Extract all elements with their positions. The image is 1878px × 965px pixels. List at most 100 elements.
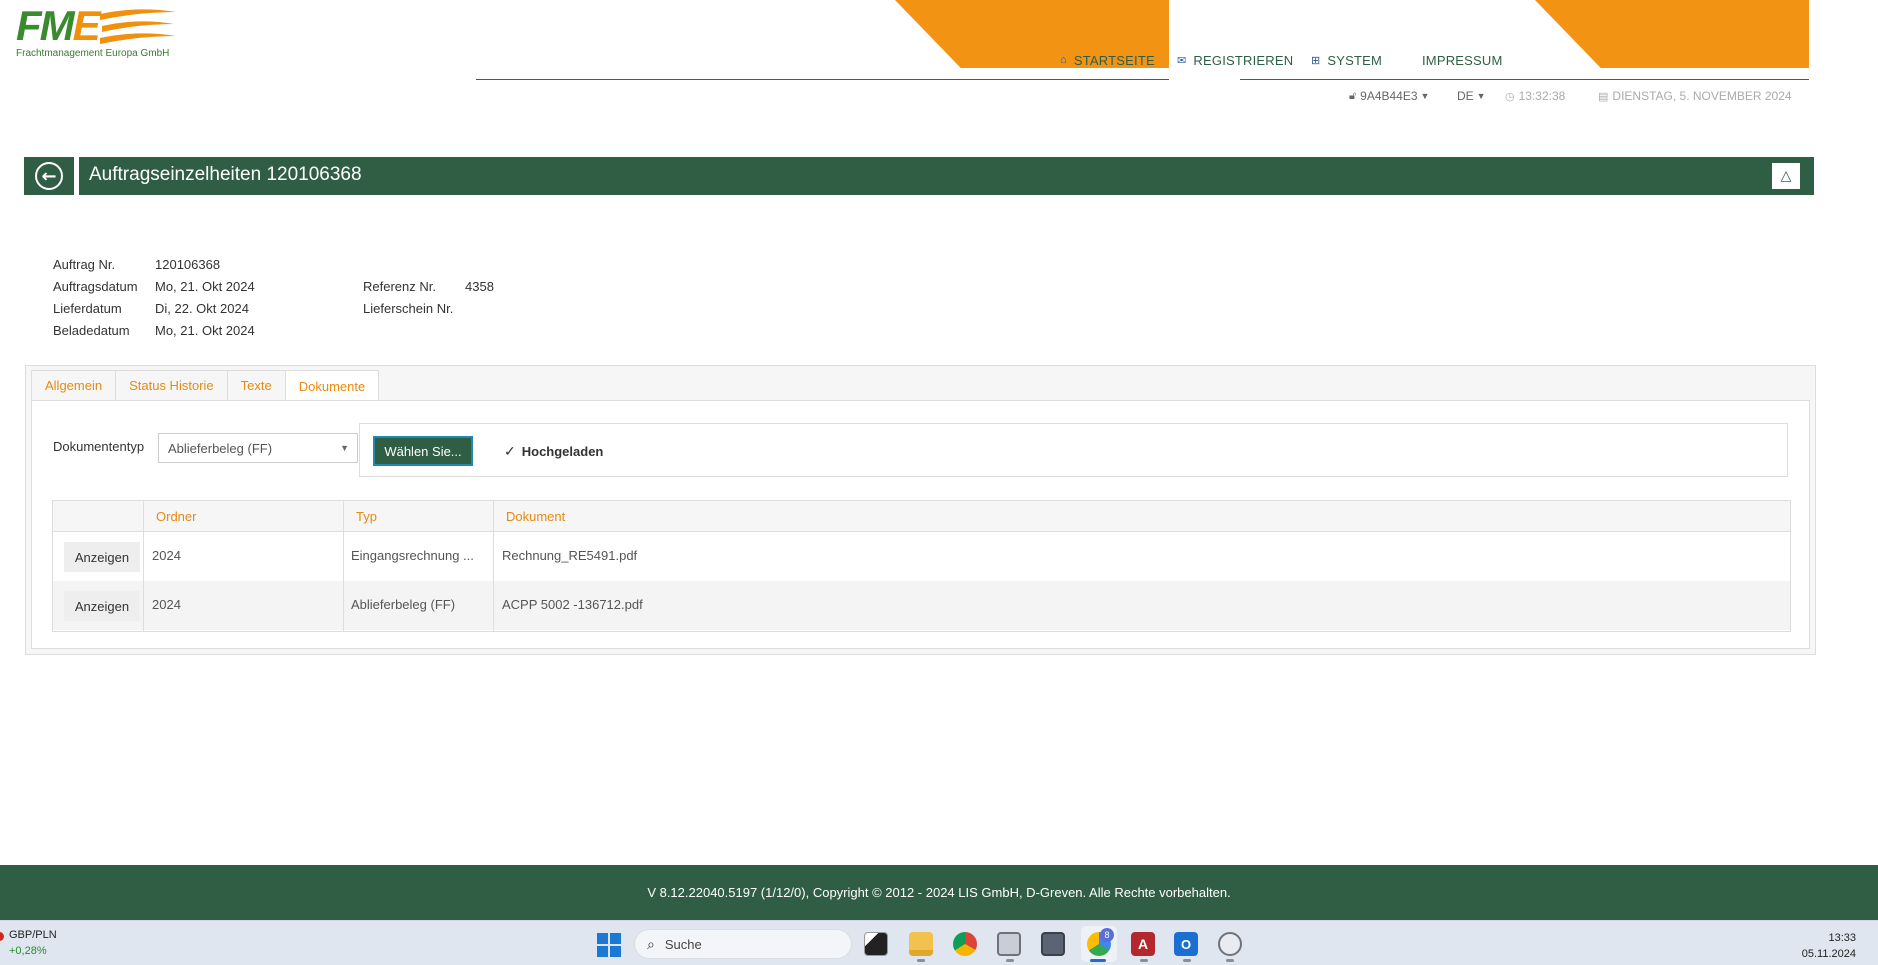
- nav-item-label: STARTSEITE: [1073, 52, 1155, 68]
- taskbar-search[interactable]: ⌕ Suche: [634, 929, 852, 959]
- nav-divider: [476, 79, 1169, 80]
- search-placeholder: Suche: [664, 936, 702, 952]
- table-header: Ordner Typ Dokument: [53, 501, 1790, 532]
- nav-item-system[interactable]: ⊞ SYSTEM: [1311, 51, 1382, 69]
- app-page: FME Frachtmanagement Europa GmbH ⌂ START…: [0, 0, 1878, 965]
- table-row: Anzeigen 2024 Ablieferbeleg (FF) ACPP 50…: [53, 581, 1790, 630]
- column-header-ordner[interactable]: Ordner: [156, 509, 196, 524]
- tab-status-historie[interactable]: Status Historie: [115, 370, 228, 400]
- logo-stripes-icon: [100, 9, 176, 44]
- nav-item-registrieren[interactable]: ✉ REGISTRIEREN: [1177, 51, 1293, 69]
- windows-taskbar: GBP/PLN +0,28% ⌕ Suche 8 A O 13:33 05.11…: [0, 920, 1878, 965]
- show-document-button[interactable]: Anzeigen: [64, 542, 140, 572]
- document-type-select[interactable]: Ablieferbeleg (FF) ▼: [158, 433, 358, 463]
- running-indicator: [1140, 959, 1148, 962]
- chevron-down-icon: ▼: [340, 443, 349, 453]
- nav-item-startseite[interactable]: ⌂ STARTSEITE: [1060, 51, 1155, 69]
- date-value: DIENSTAG, 5. NOVEMBER 2024: [1612, 89, 1792, 103]
- tabs-panel: Allgemein Status Historie Texte Dokument…: [25, 365, 1816, 655]
- detail-label: Lieferdatum: [53, 301, 122, 316]
- language-select[interactable]: DE ▼: [1457, 89, 1486, 103]
- ticker-change: +0,28%: [9, 945, 47, 957]
- column-header-typ[interactable]: Typ: [356, 509, 377, 524]
- user-id: 9A4B44E3: [1360, 89, 1418, 103]
- search-icon: ⌕: [647, 935, 655, 952]
- envelope-icon: ✉: [1177, 54, 1187, 67]
- detail-value: Mo, 21. Okt 2024: [155, 279, 255, 294]
- detail-row: Auftrag Nr.: [53, 257, 115, 272]
- language-value: DE: [1457, 89, 1474, 103]
- running-indicator: [1226, 959, 1234, 962]
- documents-tab-content: Dokumententyp Ablieferbeleg (FF) ▼ Wähle…: [31, 400, 1810, 649]
- detail-value: 120106368: [155, 257, 221, 272]
- back-button[interactable]: ←: [24, 157, 74, 195]
- clock-icon: ◷: [1505, 90, 1515, 103]
- cell-ordner: 2024: [152, 548, 181, 563]
- detail-value: Mo, 21. Okt 2024: [155, 323, 255, 338]
- gauge-icon[interactable]: [1218, 932, 1242, 956]
- time-value: 13:32:38: [1518, 89, 1566, 103]
- cell-dokument: ACPP 5002 -136712.pdf: [502, 597, 643, 612]
- tab-bar: Allgemein Status Historie Texte Dokument…: [31, 370, 380, 401]
- detail-label: Auftragsdatum: [53, 279, 138, 294]
- lock-icon: 🔓︎: [1349, 89, 1357, 102]
- current-date: ▤ DIENSTAG, 5. NOVEMBER 2024: [1598, 89, 1792, 103]
- document-type-value: Ablieferbeleg (FF): [168, 441, 273, 456]
- cell-ordner: 2024: [152, 597, 181, 612]
- ticker-indicator-icon: [0, 932, 4, 941]
- current-time: ◷ 13:32:38: [1505, 89, 1565, 103]
- upload-status-label: Hochgeladen: [521, 444, 604, 459]
- clock-time: 13:33: [1828, 932, 1856, 944]
- taskbar-clock[interactable]: 13:33 05.11.2024: [1802, 930, 1856, 962]
- chevron-down-icon: ▼: [1420, 91, 1430, 101]
- document-type-label: Dokumententyp: [53, 439, 145, 454]
- running-indicator: [917, 959, 925, 962]
- title-bar: Auftragseinzelheiten 120106368 △: [79, 157, 1814, 195]
- nav-item-impressum[interactable]: IMPRESSUM: [1422, 51, 1503, 69]
- upload-area: Wählen Sie... ✓ Hochgeladen: [359, 423, 1788, 477]
- running-indicator: [1183, 959, 1191, 962]
- copyright-text: V 8.12.22040.5197 (1/12/0), Copyright © …: [647, 885, 1231, 900]
- nav-divider: [1240, 79, 1809, 80]
- clock-date: 05.11.2024: [1801, 948, 1856, 960]
- table-row: Anzeigen 2024 Eingangsrechnung ... Rechn…: [53, 532, 1790, 581]
- calculator-icon[interactable]: [1041, 932, 1065, 956]
- add-action-button[interactable]: △: [1772, 163, 1800, 189]
- upload-status: ✓ Hochgeladen: [504, 443, 603, 460]
- file-explorer-icon[interactable]: [909, 932, 933, 956]
- running-indicator: [1006, 959, 1014, 962]
- tab-texte[interactable]: Texte: [226, 370, 286, 400]
- tab-allgemein[interactable]: Allgemein: [31, 370, 117, 400]
- show-document-button[interactable]: Anzeigen: [64, 591, 140, 621]
- detail-value: Di, 22. Okt 2024: [155, 301, 249, 316]
- ticker-symbol: GBP/PLN: [9, 929, 57, 941]
- user-menu[interactable]: 🔓︎ 9A4B44E3 ▼: [1349, 89, 1429, 103]
- windows-start-icon[interactable]: [597, 933, 621, 957]
- outlook-icon[interactable]: O: [1174, 932, 1198, 956]
- choose-file-button[interactable]: Wählen Sie...: [373, 436, 473, 466]
- checkmark-icon: ✓: [504, 443, 516, 459]
- access-icon[interactable]: A: [1131, 932, 1155, 956]
- chevron-down-icon: ▼: [1476, 91, 1486, 101]
- home-icon: ⌂: [1060, 54, 1067, 66]
- arrow-left-icon: ←: [35, 162, 63, 190]
- page-footer: V 8.12.22040.5197 (1/12/0), Copyright © …: [0, 865, 1878, 920]
- printer-icon[interactable]: [997, 932, 1021, 956]
- documents-table: Ordner Typ Dokument Anzeigen 2024 Eingan…: [52, 500, 1791, 632]
- page-title: Auftragseinzelheiten 120106368: [89, 164, 362, 185]
- logo-wordmark: FME: [16, 2, 101, 49]
- detail-label: Referenz Nr.: [363, 279, 436, 294]
- network-icon: ⊞: [1311, 54, 1321, 67]
- calendar-icon: ▤: [1598, 90, 1609, 103]
- cell-typ: Eingangsrechnung ...: [351, 548, 474, 563]
- column-divider: [143, 501, 144, 631]
- nav-item-label: REGISTRIEREN: [1193, 52, 1294, 68]
- logo-subtitle: Frachtmanagement Europa GmbH: [16, 48, 170, 59]
- header-decor-right: [1535, 0, 1809, 68]
- chrome-icon[interactable]: [953, 932, 977, 956]
- task-view-icon[interactable]: [864, 932, 888, 956]
- column-header-dokument[interactable]: Dokument: [506, 509, 565, 524]
- fme-logo[interactable]: FME Frachtmanagement Europa GmbH: [16, 2, 176, 60]
- detail-label: Beladedatum: [53, 323, 130, 338]
- tab-dokumente[interactable]: Dokumente: [284, 370, 380, 401]
